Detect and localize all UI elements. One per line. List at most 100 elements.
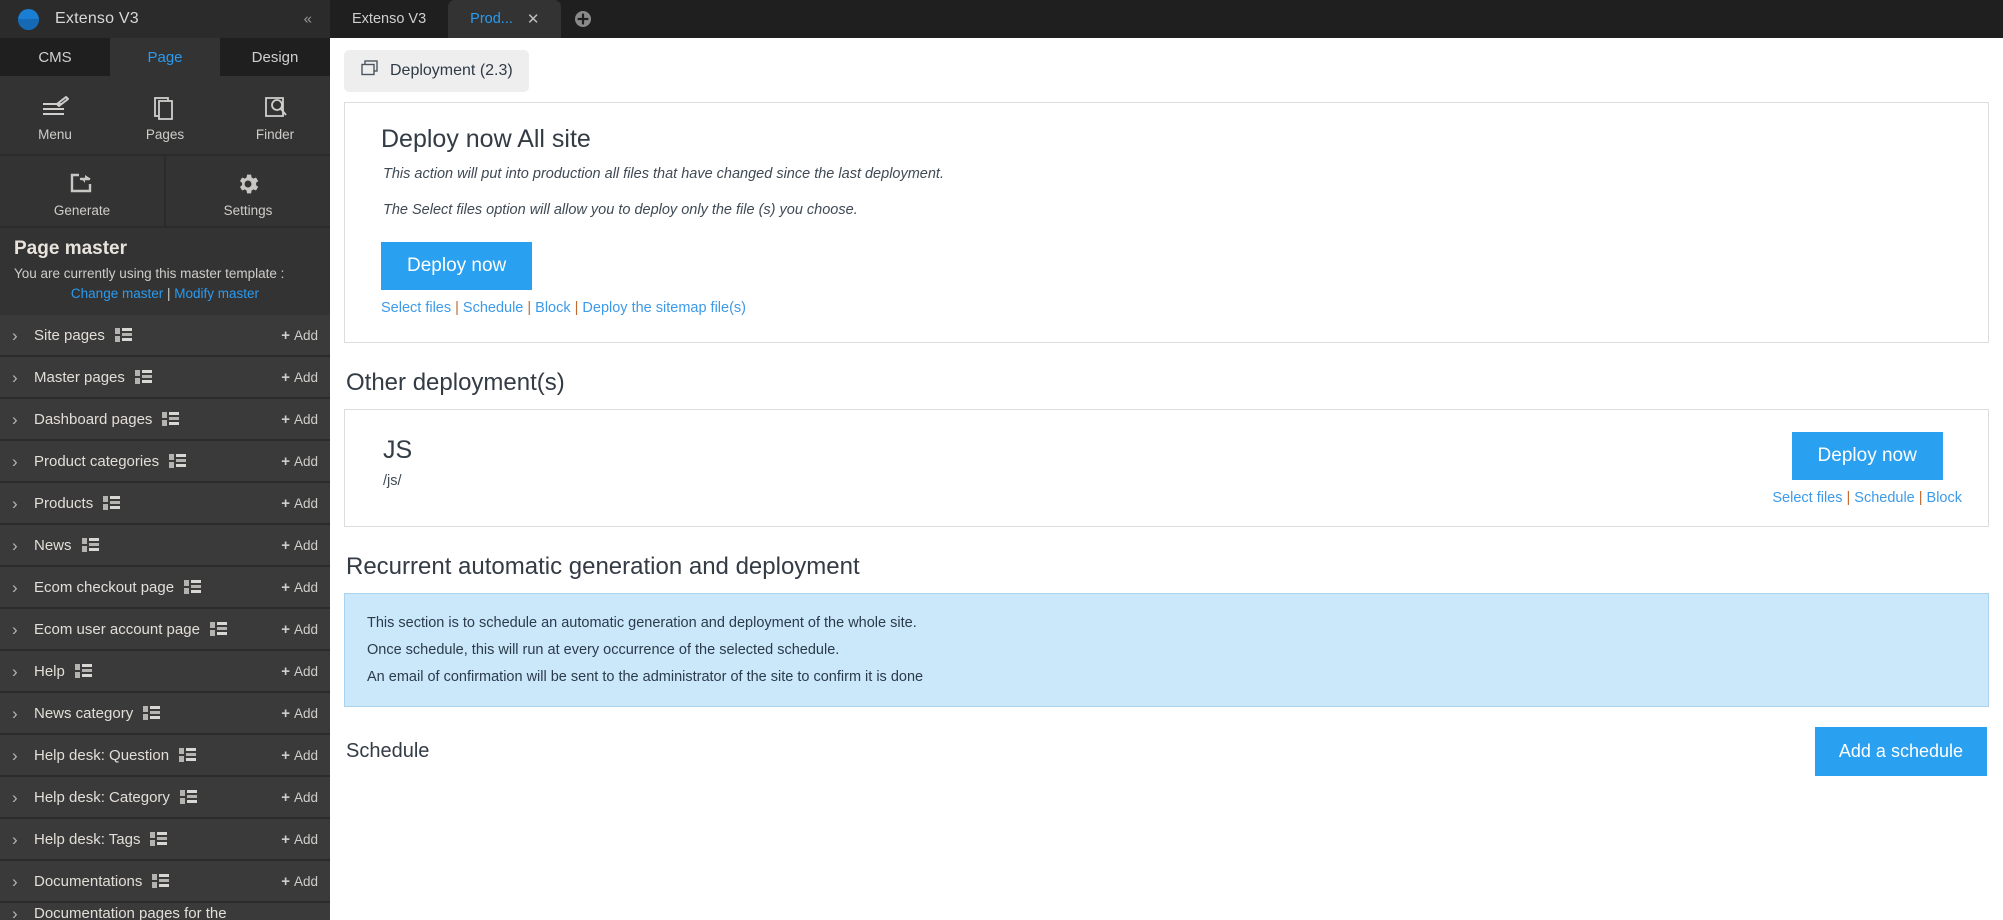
sidebar-tab-page[interactable]: Page <box>110 38 220 76</box>
chevron-right-icon[interactable]: › <box>12 663 34 680</box>
generate-share-icon <box>67 171 97 197</box>
tree-item-label: Help desk: Category <box>34 789 170 806</box>
deploy-now-all-button[interactable]: Deploy now <box>381 242 532 290</box>
link-separator: | <box>1847 490 1851 506</box>
list-icon <box>135 370 152 385</box>
tool-settings-label: Settings <box>224 203 273 218</box>
chevron-right-icon[interactable]: › <box>12 905 34 920</box>
select-files-link[interactable]: Select files <box>1772 490 1842 506</box>
chevron-right-icon[interactable]: › <box>12 537 34 554</box>
tool-settings-button[interactable]: Settings <box>166 156 330 226</box>
tree-row[interactable]: ›Ecom user account page+Add <box>0 609 330 651</box>
tree-row[interactable]: ›News category+Add <box>0 693 330 735</box>
add-label: Add <box>294 580 318 595</box>
chevron-right-icon[interactable]: › <box>12 621 34 638</box>
change-master-link[interactable]: Change master <box>71 286 163 301</box>
block-link[interactable]: Block <box>535 300 570 316</box>
tree-row[interactable]: ›Documentation pages for the <box>0 903 330 920</box>
add-tree-item-button[interactable]: +Add <box>281 873 318 890</box>
tab-deployment[interactable]: Deployment (2.3) <box>344 50 529 92</box>
add-schedule-button[interactable]: Add a schedule <box>1815 727 1987 776</box>
sidebar-tab-cms[interactable]: CMS <box>0 38 110 76</box>
chevron-right-icon[interactable]: › <box>12 453 34 470</box>
list-icon <box>135 370 152 385</box>
tree-row[interactable]: ›Ecom checkout page+Add <box>0 567 330 609</box>
chevron-right-icon[interactable]: › <box>12 327 34 344</box>
tree-row[interactable]: ›Help desk: Category +Add <box>0 777 330 819</box>
gear-icon <box>234 171 262 197</box>
plus-icon: + <box>281 789 290 806</box>
tool-generate-button[interactable]: Generate <box>0 156 166 226</box>
sidebar-tab-design[interactable]: Design <box>220 38 330 76</box>
plus-icon: + <box>281 621 290 638</box>
add-tree-item-button[interactable]: +Add <box>281 663 318 680</box>
add-tree-item-button[interactable]: +Add <box>281 495 318 512</box>
chevron-right-icon[interactable]: › <box>12 789 34 806</box>
modify-master-link[interactable]: Modify master <box>174 286 259 301</box>
add-tree-item-button[interactable]: + Add <box>281 579 318 596</box>
plus-icon: + <box>281 747 290 764</box>
add-tree-item-button[interactable]: +Add <box>281 453 318 470</box>
tree-row[interactable]: ›Help desk: Question+Add <box>0 735 330 777</box>
deploy-all-note-2: The Select files option will allow you t… <box>383 202 1952 218</box>
list-icon <box>184 580 201 595</box>
add-tree-item-button[interactable]: +Add <box>281 705 318 722</box>
tree-row[interactable]: ›Help desk: Tags+Add <box>0 819 330 861</box>
menu-edit-icon <box>40 95 70 121</box>
browser-tab-label: Prod... <box>470 11 513 27</box>
deploy-sitemap-link[interactable]: Deploy the sitemap file(s) <box>582 300 746 316</box>
chevron-right-icon[interactable]: › <box>12 495 34 512</box>
chevron-right-icon[interactable]: › <box>12 747 34 764</box>
brand-title: Extenso V3 <box>55 10 139 28</box>
schedule-link[interactable]: Schedule <box>463 300 523 316</box>
sidebar-tool-row-2: Generate Settings <box>0 154 330 226</box>
tool-finder-button[interactable]: Finder <box>220 76 330 154</box>
tree-row[interactable]: ›Product categories+Add <box>0 441 330 483</box>
tree-row[interactable]: ›Master pages+Add <box>0 357 330 399</box>
chevron-right-icon[interactable]: › <box>12 579 34 596</box>
deploy-now-js-button[interactable]: Deploy now <box>1792 432 1943 480</box>
add-tree-item-button[interactable]: +Add <box>281 369 318 386</box>
plus-icon: + <box>281 579 290 596</box>
sidebar-tabs: CMS Page Design <box>0 38 330 76</box>
tree-row[interactable]: ›Documentations+Add <box>0 861 330 903</box>
schedule-link[interactable]: Schedule <box>1854 490 1914 506</box>
close-icon[interactable]: ✕ <box>527 10 540 28</box>
add-tree-item-button[interactable]: +Add <box>281 747 318 764</box>
recurrent-title: Recurrent automatic generation and deplo… <box>346 553 1989 581</box>
browser-tab-prod[interactable]: Prod... ✕ <box>448 0 561 38</box>
chevron-right-icon[interactable]: › <box>12 873 34 890</box>
tree-row[interactable]: ›News+Add <box>0 525 330 567</box>
deployment-path: /js/ <box>383 473 1772 489</box>
tool-pages-button[interactable]: Pages <box>110 76 220 154</box>
chevron-right-icon[interactable]: › <box>12 831 34 848</box>
list-icon <box>143 706 160 721</box>
add-tree-item-button[interactable]: +Add <box>281 537 318 554</box>
tree-row[interactable]: ›Products+Add <box>0 483 330 525</box>
add-tree-item-button[interactable]: +Add <box>281 789 318 806</box>
deployment-card-info: JS /js/ <box>371 432 1772 489</box>
chevron-right-icon[interactable]: › <box>12 705 34 722</box>
deploy-all-links: Select files|Schedule|Block|Deploy the s… <box>381 300 1952 316</box>
browser-tab-extenso[interactable]: Extenso V3 <box>330 0 448 38</box>
chevron-right-icon[interactable]: › <box>12 369 34 386</box>
collapse-sidebar-icon[interactable]: « <box>304 12 312 27</box>
tree-row[interactable]: ›Help+Add <box>0 651 330 693</box>
tool-menu-button[interactable]: Menu <box>0 76 110 154</box>
add-tree-item-button[interactable]: +Add <box>281 411 318 428</box>
add-label: Add <box>294 496 318 511</box>
add-tree-item-button[interactable]: +Add <box>281 327 318 344</box>
add-tab-icon[interactable] <box>561 0 605 38</box>
page-master-links: Change master | Modify master <box>14 286 316 301</box>
recurrent-infobox: This section is to schedule an automatic… <box>344 593 1989 707</box>
add-tree-item-button[interactable]: +Add <box>281 621 318 638</box>
block-link[interactable]: Block <box>1927 490 1962 506</box>
list-icon <box>180 790 197 805</box>
add-label: Add <box>294 370 318 385</box>
list-icon <box>143 706 160 721</box>
chevron-right-icon[interactable]: › <box>12 411 34 428</box>
tree-row[interactable]: ›Dashboard pages+Add <box>0 399 330 441</box>
add-tree-item-button[interactable]: +Add <box>281 831 318 848</box>
tree-row[interactable]: ›Site pages+Add <box>0 315 330 357</box>
select-files-link[interactable]: Select files <box>381 300 451 316</box>
